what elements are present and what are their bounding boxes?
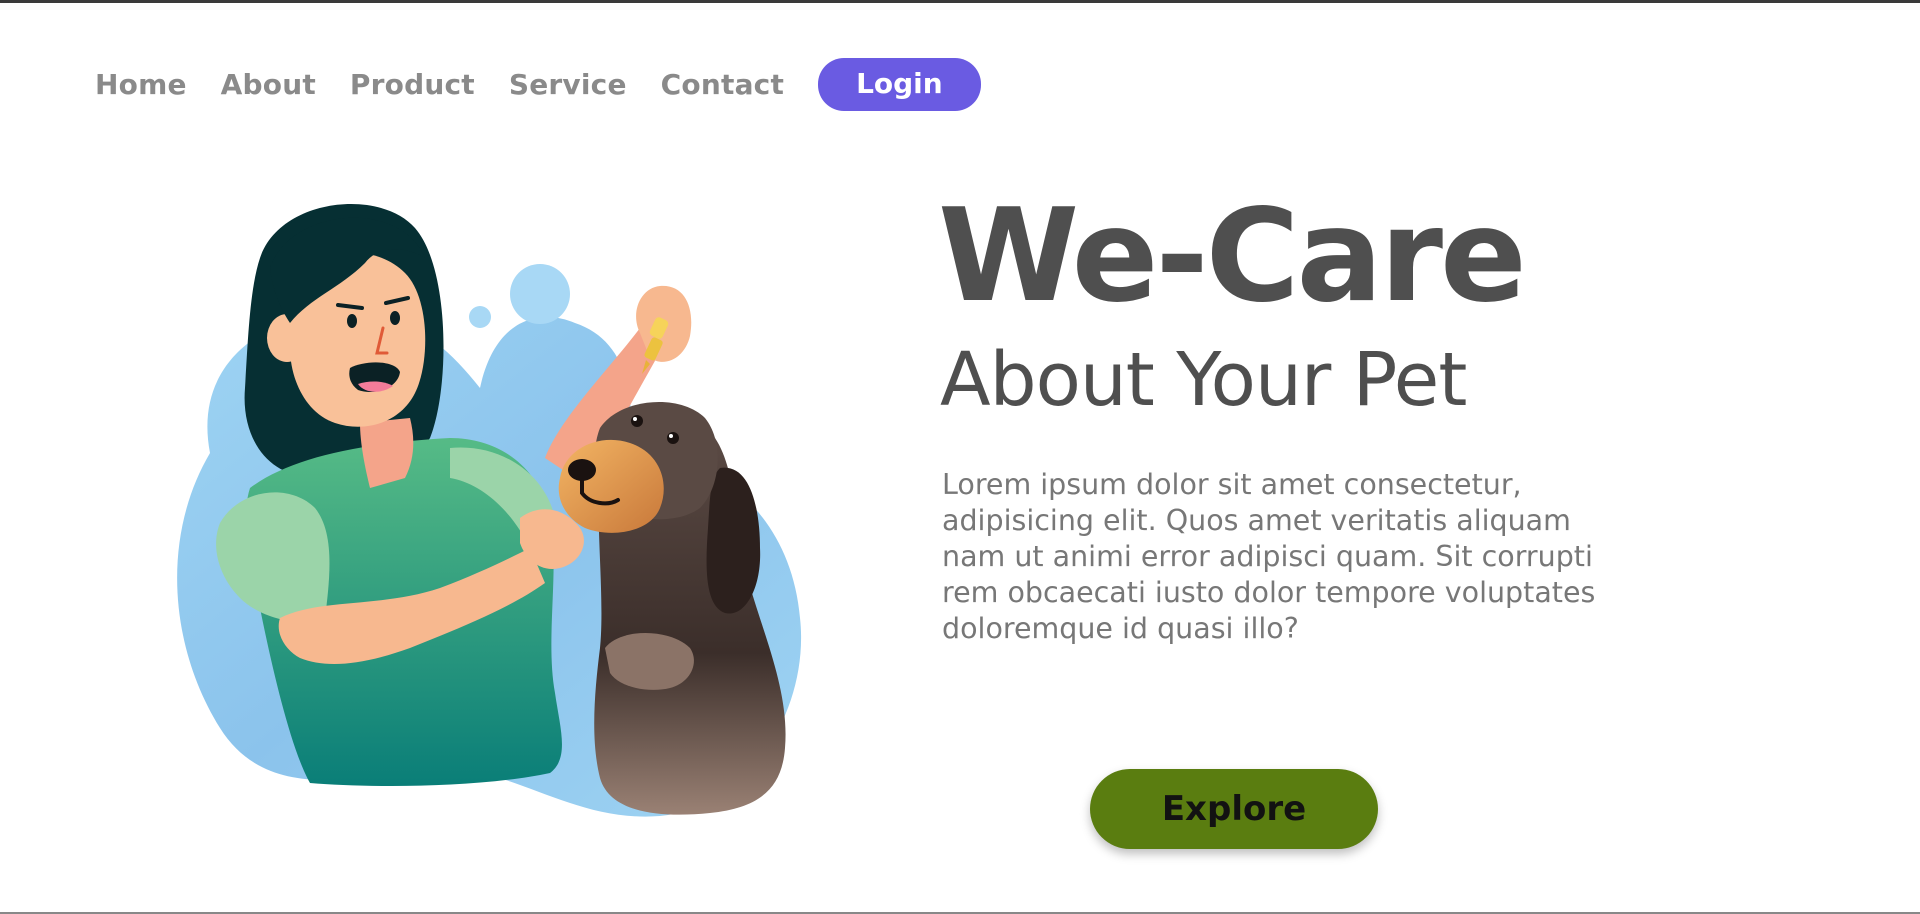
login-button[interactable]: Login	[818, 58, 981, 111]
dog-eye-left	[631, 415, 643, 427]
dog-eye-right	[667, 432, 679, 444]
hero-title: We-Care	[938, 182, 1527, 331]
nav-link-service[interactable]: Service	[509, 68, 627, 101]
page: Home About Product Service Contact Login	[0, 0, 1920, 914]
main-nav: Home About Product Service Contact Login	[95, 58, 981, 111]
bubble-large	[510, 264, 570, 324]
hero-description: Lorem ipsum dolor sit amet consectetur, …	[942, 468, 1596, 645]
nav-link-contact[interactable]: Contact	[661, 68, 784, 101]
nav-link-about[interactable]: About	[221, 68, 316, 101]
woman-eye-right	[390, 311, 400, 325]
nav-link-home[interactable]: Home	[95, 68, 187, 101]
dog-nose	[568, 459, 596, 481]
woman-with-dog-illustration	[177, 204, 802, 817]
woman-eye-left	[347, 314, 357, 328]
dog-ear	[706, 467, 761, 614]
explore-button[interactable]: Explore	[1090, 769, 1378, 849]
bubble-small	[469, 306, 491, 328]
dog-snout	[558, 439, 664, 533]
nav-link-product[interactable]: Product	[350, 68, 475, 101]
hero-subtitle: About Your Pet	[940, 337, 1467, 423]
